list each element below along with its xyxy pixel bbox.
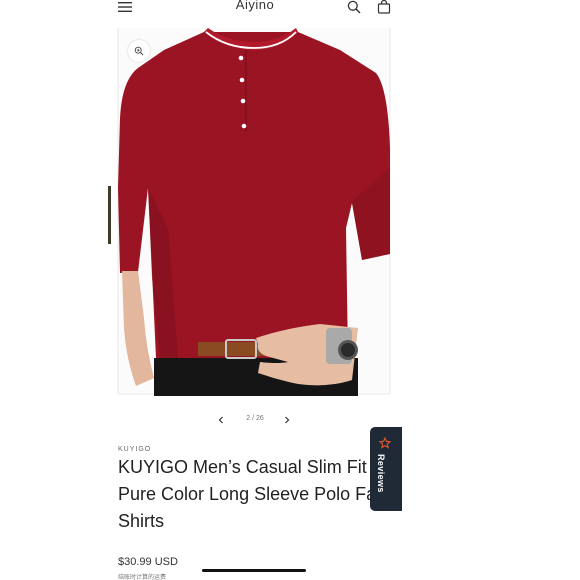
site-header: Aiyino bbox=[108, 0, 402, 29]
reviews-tab[interactable]: Reviews bbox=[370, 427, 402, 511]
chevron-right-icon[interactable] bbox=[279, 412, 295, 428]
gallery-pagination: 2 / 26 bbox=[108, 410, 402, 430]
product-title: KUYIGO Men’s Casual Slim Fit Shirts Pure… bbox=[118, 457, 402, 531]
product-page: Aiyino 2 / 26 KUYIGO KUYIGO Men’s Casual… bbox=[108, 0, 402, 580]
home-indicator bbox=[202, 569, 306, 572]
star-icon bbox=[378, 436, 392, 454]
product-gallery[interactable] bbox=[108, 28, 402, 396]
product-image bbox=[108, 28, 391, 396]
shipping-note: 结账时计算的运费 bbox=[118, 575, 167, 580]
zoom-in-icon[interactable] bbox=[128, 40, 150, 62]
product-price: $30.99 USD bbox=[118, 556, 178, 568]
cart-bag-icon[interactable] bbox=[373, 0, 395, 18]
product-vendor: KUYIGO bbox=[118, 446, 152, 453]
reviews-label: Reviews bbox=[376, 454, 386, 493]
search-icon[interactable] bbox=[343, 0, 365, 18]
page-counter: 2 / 26 bbox=[246, 415, 264, 422]
